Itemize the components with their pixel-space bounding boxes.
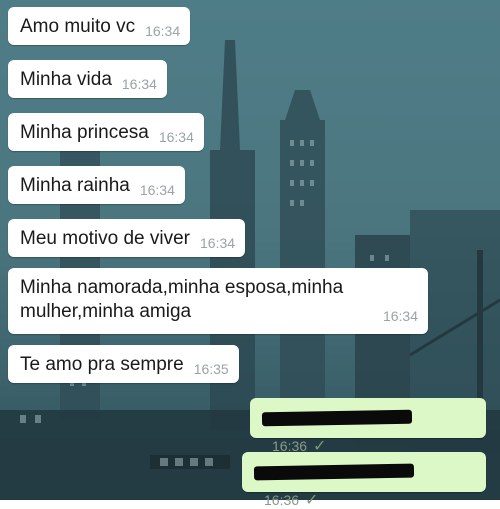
message-text: Te amo pra sempre: [20, 354, 184, 375]
message-time: 16:36: [264, 492, 300, 508]
redacted-text: [253, 463, 415, 481]
message-text: Minha vida: [20, 69, 112, 90]
message-text: Minha rainha: [20, 175, 130, 196]
outgoing-message[interactable]: 16:36 ✓: [250, 398, 486, 455]
redacted-text: [261, 409, 413, 427]
message-time: 16:35: [193, 361, 229, 377]
message-text: Minha princesa: [20, 122, 149, 143]
message-time: 16:34: [145, 23, 181, 39]
outgoing-message[interactable]: 16:36 ✓: [242, 452, 486, 509]
incoming-message[interactable]: Minha rainha 16:34: [8, 166, 185, 204]
message-time: 16:34: [121, 76, 157, 92]
message-time: 16:34: [382, 308, 418, 324]
incoming-message[interactable]: Te amo pra sempre 16:35: [8, 345, 239, 383]
single-check-icon: ✓: [305, 492, 319, 509]
incoming-message[interactable]: Minha vida 16:34: [8, 60, 167, 98]
incoming-message[interactable]: Meu motivo de viver 16:34: [8, 219, 246, 257]
message-time: 16:34: [139, 182, 175, 198]
message-text: Amo muito vc: [20, 16, 136, 37]
message-text-line: mulher,minha amiga: [20, 301, 192, 322]
message-time: 16:34: [200, 235, 236, 251]
message-text-line: Minha namorada,minha esposa,minha: [20, 277, 344, 298]
message-text: Meu motivo de viver: [20, 228, 191, 249]
incoming-message[interactable]: Amo muito vc 16:34: [8, 7, 191, 45]
incoming-message[interactable]: Minha princesa 16:34: [8, 113, 204, 151]
message-time: 16:34: [158, 129, 194, 145]
incoming-message[interactable]: Minha namorada,minha esposa,minha mulher…: [8, 268, 428, 334]
